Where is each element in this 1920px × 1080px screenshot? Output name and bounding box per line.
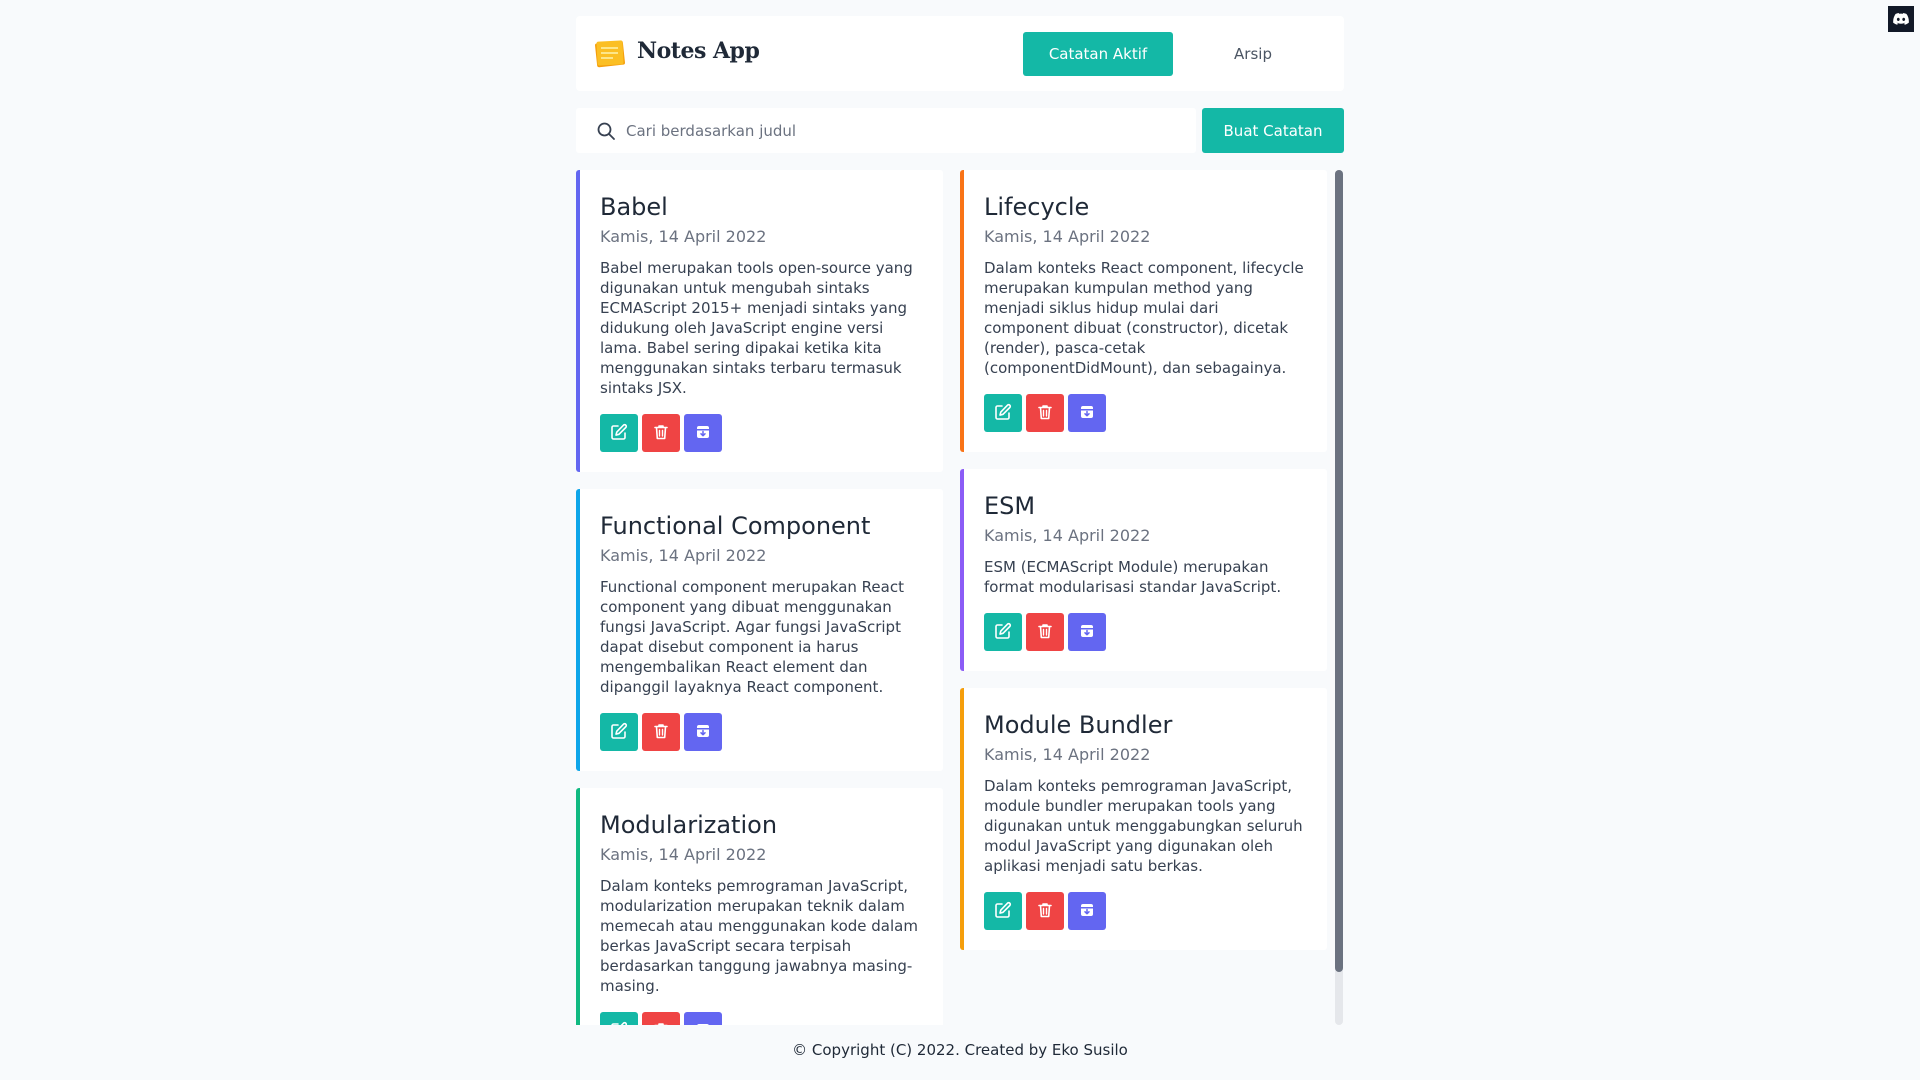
delete-note-button[interactable] <box>642 713 680 751</box>
delete-note-button[interactable] <box>1026 394 1064 432</box>
search-icon <box>596 121 616 141</box>
create-note-button[interactable]: Buat Catatan <box>1202 108 1344 153</box>
delete-note-button[interactable] <box>642 1012 680 1025</box>
note-body: Dalam konteks React component, lifecycle… <box>984 259 1304 377</box>
note-card: Babel Kamis, 14 April 2022 Babel merupak… <box>576 170 943 472</box>
trash-icon <box>652 1021 670 1025</box>
note-date: Kamis, 14 April 2022 <box>984 745 1151 764</box>
discord-icon[interactable] <box>1888 6 1914 32</box>
note-actions <box>984 613 1307 651</box>
trash-icon <box>1036 901 1054 922</box>
notes-logo-icon <box>592 35 628 71</box>
archive-icon <box>694 423 712 444</box>
footer-copyright: © Copyright (C) 2022. Created by Eko Sus… <box>792 1041 1128 1059</box>
note-title: Functional Component <box>600 512 871 540</box>
notes-list[interactable]: Babel Kamis, 14 April 2022 Babel merupak… <box>576 170 1344 1025</box>
note-card: ESM Kamis, 14 April 2022 ESM (ECMAScript… <box>960 469 1327 671</box>
nav-active-notes-button[interactable]: Catatan Aktif <box>1023 32 1173 76</box>
note-date: Kamis, 14 April 2022 <box>984 227 1151 246</box>
note-body: ESM (ECMAScript Module) merupakan format… <box>984 558 1282 596</box>
search-input[interactable] <box>626 116 1176 146</box>
app-header: Notes App Catatan Aktif Arsip <box>576 16 1344 91</box>
notes-column-right: Lifecycle Kamis, 14 April 2022 Dalam kon… <box>960 170 1327 967</box>
trash-icon <box>652 722 670 743</box>
edit-icon <box>610 722 628 743</box>
archive-note-button[interactable] <box>1068 613 1106 651</box>
note-actions <box>984 892 1307 930</box>
search-bar <box>576 108 1196 153</box>
delete-note-button[interactable] <box>1026 892 1064 930</box>
note-body: Functional component merupakan React com… <box>600 578 904 696</box>
edit-icon <box>994 622 1012 643</box>
notes-column-left: Babel Kamis, 14 April 2022 Babel merupak… <box>576 170 943 1025</box>
edit-icon <box>994 403 1012 424</box>
note-date: Kamis, 14 April 2022 <box>600 227 767 246</box>
note-title: ESM <box>984 492 1036 520</box>
archive-note-button[interactable] <box>684 1012 722 1025</box>
archive-icon <box>1078 403 1096 424</box>
note-title: Babel <box>600 193 668 221</box>
note-card: Functional Component Kamis, 14 April 202… <box>576 489 943 771</box>
edit-note-button[interactable] <box>984 892 1022 930</box>
archive-note-button[interactable] <box>1068 892 1106 930</box>
edit-icon <box>610 423 628 444</box>
nav-archive-button[interactable]: Arsip <box>1178 32 1328 76</box>
delete-note-button[interactable] <box>1026 613 1064 651</box>
note-card: Lifecycle Kamis, 14 April 2022 Dalam kon… <box>960 170 1327 452</box>
edit-note-button[interactable] <box>600 1012 638 1025</box>
edit-note-button[interactable] <box>600 713 638 751</box>
edit-note-button[interactable] <box>984 613 1022 651</box>
note-date: Kamis, 14 April 2022 <box>600 546 767 565</box>
note-title: Modularization <box>600 811 778 839</box>
note-actions <box>600 713 923 751</box>
trash-icon <box>652 423 670 444</box>
delete-note-button[interactable] <box>642 414 680 452</box>
note-actions <box>600 1012 923 1025</box>
note-actions <box>600 414 923 452</box>
edit-icon <box>994 901 1012 922</box>
edit-note-button[interactable] <box>600 414 638 452</box>
trash-icon <box>1036 622 1054 643</box>
edit-note-button[interactable] <box>984 394 1022 432</box>
note-body: Dalam konteks pemrograman JavaScript, mo… <box>984 777 1303 875</box>
note-date: Kamis, 14 April 2022 <box>984 526 1151 545</box>
archive-icon <box>1078 901 1096 922</box>
edit-icon <box>610 1021 628 1025</box>
trash-icon <box>1036 403 1054 424</box>
note-card: Module Bundler Kamis, 14 April 2022 Dala… <box>960 688 1327 950</box>
app-title: Notes App <box>637 38 760 64</box>
scrollbar-thumb[interactable] <box>1335 170 1343 972</box>
archive-icon <box>694 722 712 743</box>
archive-note-button[interactable] <box>684 414 722 452</box>
note-date: Kamis, 14 April 2022 <box>600 845 767 864</box>
note-body: Babel merupakan tools open-source yang d… <box>600 259 913 397</box>
note-title: Module Bundler <box>984 711 1173 739</box>
note-actions <box>984 394 1307 432</box>
archive-note-button[interactable] <box>1068 394 1106 432</box>
note-card: Modularization Kamis, 14 April 2022 Dala… <box>576 788 943 1025</box>
note-body: Dalam konteks pemrograman JavaScript, mo… <box>600 877 918 995</box>
archive-note-button[interactable] <box>684 713 722 751</box>
archive-icon <box>1078 622 1096 643</box>
note-title: Lifecycle <box>984 193 1090 221</box>
archive-icon <box>694 1021 712 1025</box>
